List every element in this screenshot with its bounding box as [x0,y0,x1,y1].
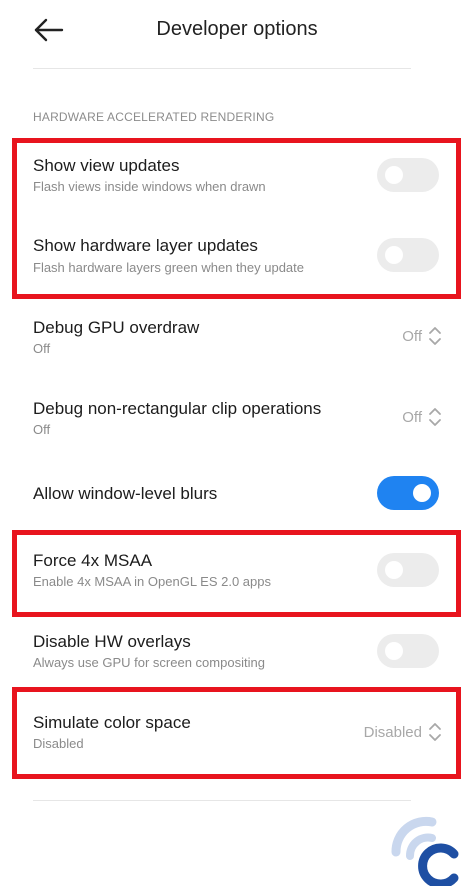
toggle-knob [385,561,403,579]
setting-subtitle: Off [33,341,51,356]
disable-hw-overlays-toggle[interactable] [377,634,439,668]
setting-title: Force 4x MSAA [33,551,153,570]
toggle-knob [385,166,403,184]
watermark-logo-icon [388,800,464,889]
section-header: HARDWARE ACCELERATED RENDERING [33,110,275,124]
app-bar: Developer options [0,0,474,62]
force-4x-msaa-toggle[interactable] [377,553,439,587]
setting-subtitle: Off [33,422,51,437]
show-view-updates-toggle[interactable] [377,158,439,192]
toggle-knob [385,642,403,660]
setting-debug-clip-operations[interactable]: Debug non-rectangular clip operations Of… [0,385,474,465]
setting-disable-hw-overlays[interactable]: Disable HW overlays Always use GPU for s… [0,618,474,696]
select-value: Off [402,408,422,426]
setting-simulate-color-space[interactable]: Simulate color space Disabled Disabled [0,699,474,775]
setting-subtitle: Flash views inside windows when drawn [33,179,266,194]
select-value: Disabled [363,723,422,741]
setting-subtitle: Flash hardware layers green when they up… [33,260,304,275]
simulate-color-space-select[interactable]: Disabled [364,717,442,747]
setting-title: Show view updates [33,156,180,175]
toggle-knob [413,484,431,502]
show-hardware-layer-updates-toggle[interactable] [377,238,439,272]
setting-title: Show hardware layer updates [33,236,258,255]
setting-debug-gpu-overdraw[interactable]: Debug GPU overdraw Off Off [0,304,474,382]
setting-title: Simulate color space [33,713,191,732]
chevron-up-down-icon [429,723,441,741]
debug-clip-operations-select[interactable]: Off [402,402,442,432]
setting-title: Debug GPU overdraw [33,318,200,337]
select-value: Off [402,327,422,345]
setting-subtitle: Disabled [33,736,84,751]
setting-subtitle: Enable 4x MSAA in OpenGL ES 2.0 apps [33,574,271,589]
debug-gpu-overdraw-select[interactable]: Off [402,321,442,351]
header-divider [33,68,411,69]
toggle-knob [385,246,403,264]
chevron-up-down-icon [429,408,441,426]
list-end-divider [33,800,411,801]
setting-allow-window-level-blurs[interactable]: Allow window-level blurs [0,466,474,524]
page-title: Developer options [156,18,318,40]
setting-show-hardware-layer-updates[interactable]: Show hardware layer updates Flash hardwa… [0,222,474,300]
setting-force-4x-msaa[interactable]: Force 4x MSAA Enable 4x MSAA in OpenGL E… [0,537,474,615]
setting-show-view-updates[interactable]: Show view updates Flash views inside win… [0,142,474,222]
setting-title: Disable HW overlays [33,632,191,651]
setting-subtitle: Always use GPU for screen compositing [33,655,265,670]
chevron-up-down-icon [429,327,441,345]
setting-title: Allow window-level blurs [33,484,218,503]
allow-window-level-blurs-toggle[interactable] [377,476,439,510]
setting-title: Debug non-rectangular clip operations [33,399,322,418]
